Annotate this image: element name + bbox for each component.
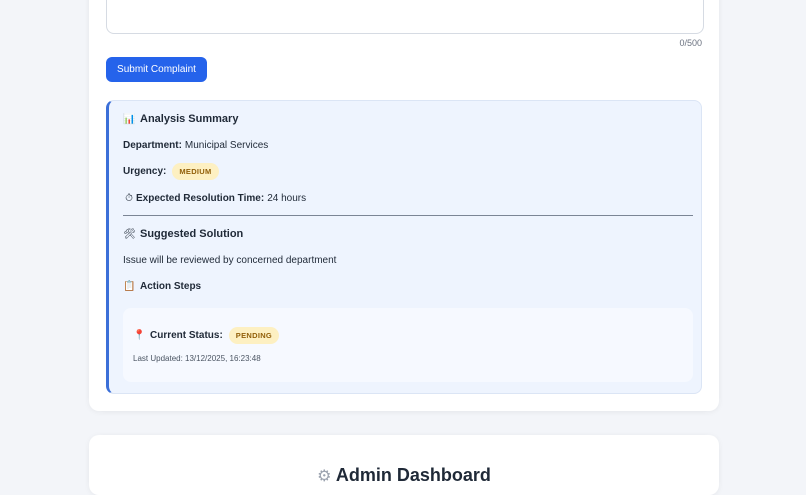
resolution-time-label: Expected Resolution Time:: [136, 193, 265, 204]
action-steps-title: Action Steps: [140, 281, 202, 292]
divider: [123, 215, 693, 216]
status-badge: PENDING: [228, 327, 280, 344]
bar-chart-icon: 📊: [123, 113, 136, 125]
pin-icon: 📍: [133, 330, 146, 341]
tools-icon: 🛠: [123, 228, 136, 240]
resolution-time-value: 24 hours: [267, 193, 307, 204]
current-status-label: Current Status:: [150, 330, 223, 341]
suggested-solution-heading: 🛠 Suggested Solution: [123, 228, 243, 240]
clipboard-icon: 📋: [123, 281, 136, 292]
analysis-summary-heading: 📊 Analysis Summary: [123, 113, 238, 125]
admin-dashboard-heading: ⚙ Admin Dashboard: [89, 465, 719, 486]
last-updated-text: Last Updated: 13/12/2025, 16:23:48: [133, 354, 261, 363]
current-status-row: 📍 Current Status: PENDING: [133, 327, 280, 344]
urgency-row: Urgency: MEDIUM: [123, 163, 219, 180]
suggested-solution-title: Suggested Solution: [140, 228, 244, 240]
gear-icon: ⚙: [317, 468, 332, 485]
stopwatch-icon: ⏱: [125, 193, 133, 204]
department-row: Department: Municipal Services: [123, 140, 268, 151]
status-box: 📍 Current Status: PENDING Last Updated: …: [123, 308, 693, 382]
char-counter: 0/500: [679, 38, 702, 48]
admin-dashboard-card: ⚙ Admin Dashboard: [89, 435, 719, 495]
department-value: Municipal Services: [184, 140, 269, 151]
action-steps-heading: 📋 Action Steps: [123, 281, 201, 292]
solution-text: Issue will be reviewed by concerned depa…: [123, 255, 337, 266]
urgency-label: Urgency:: [123, 166, 167, 177]
submit-complaint-button[interactable]: Submit Complaint: [106, 57, 207, 82]
department-label: Department:: [123, 140, 182, 151]
resolution-time-row: ⏱ Expected Resolution Time: 24 hours: [123, 193, 306, 204]
analysis-summary-title: Analysis Summary: [140, 113, 239, 125]
admin-dashboard-title: Admin Dashboard: [335, 465, 491, 485]
urgency-badge: MEDIUM: [172, 163, 219, 180]
analysis-panel: 📊 Analysis Summary Department: Municipal…: [106, 100, 702, 394]
complaint-textarea[interactable]: [106, 0, 704, 34]
